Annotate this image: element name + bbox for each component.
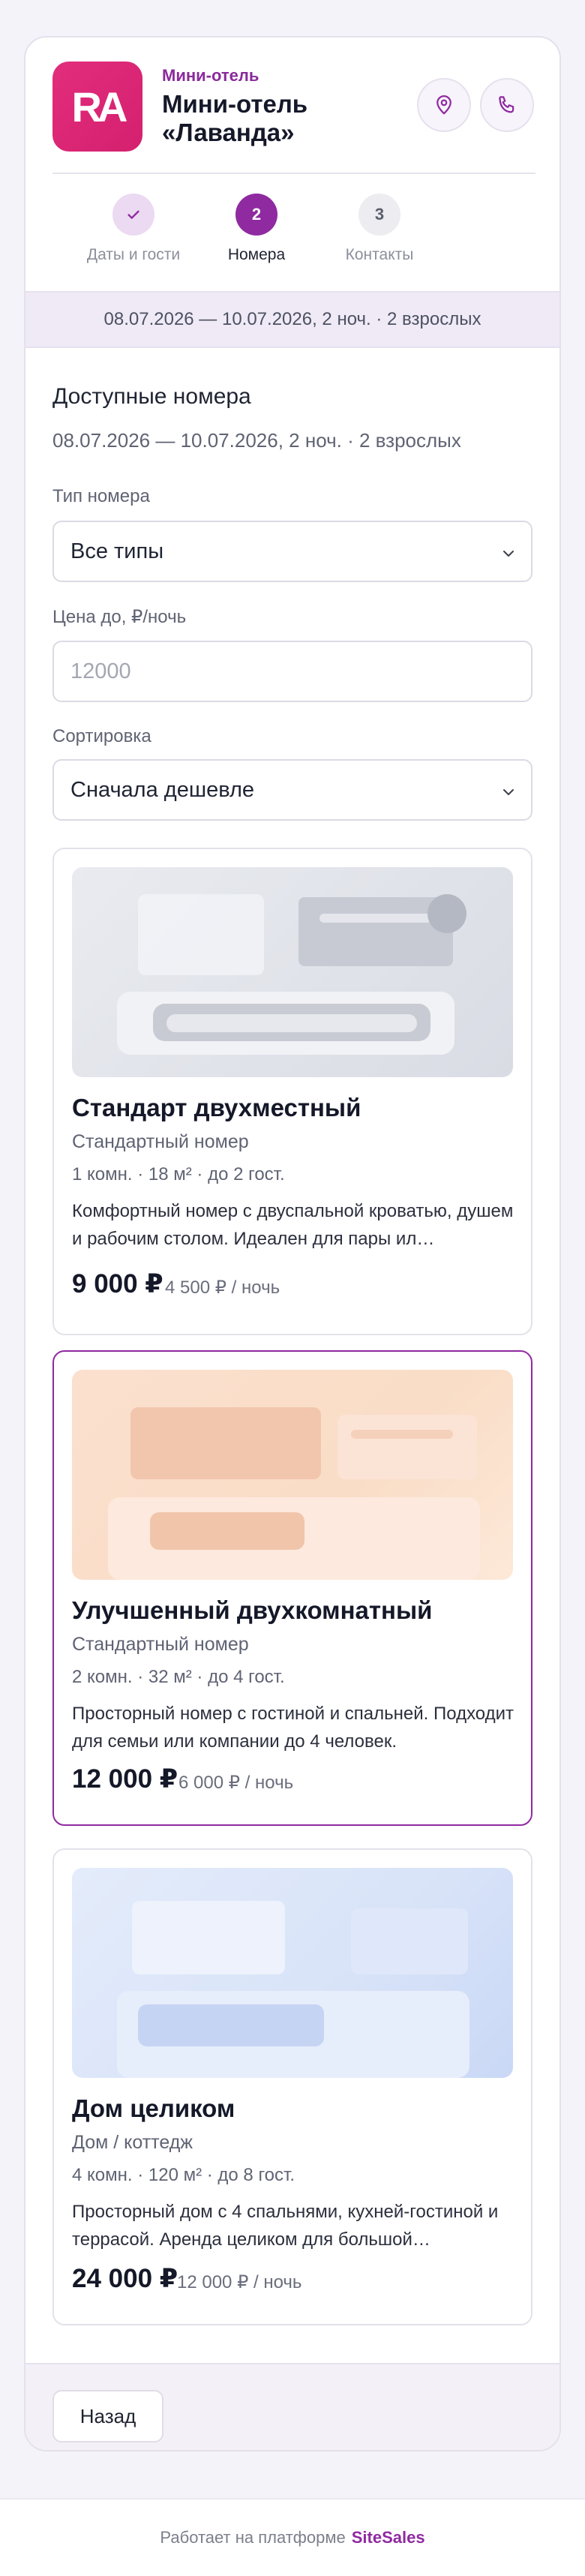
max-price-input[interactable]: 12000 <box>52 641 532 702</box>
logo-text: RA <box>71 83 128 131</box>
max-price-placeholder: 12000 <box>70 659 131 683</box>
room-description: Просторный дом с 4 спальнями, кухней-гос… <box>72 2202 499 2250</box>
booking-summary-bar: 08.07.2026 — 10.07.2026, 2 ноч. · 2 взро… <box>26 291 560 348</box>
bottom-action-bar: Назад <box>26 2363 560 2450</box>
step-label: Номера <box>227 246 286 263</box>
room-photo-illustration <box>108 1407 480 1580</box>
step-label: Контакты <box>345 246 414 263</box>
back-button[interactable]: Назад <box>52 2390 164 2442</box>
room-total-price: 9 000 ₽ <box>72 1269 164 1299</box>
room-price-per-night: 12 000 ₽ / ночь <box>177 2272 302 2292</box>
room-type-label: Тип номера <box>52 486 150 506</box>
room-specs: 1 комн. · 18 м² · до 2 гост. <box>72 1164 285 1184</box>
hotel-logo: RA <box>52 62 142 152</box>
platform-brand-link[interactable]: SiteSales <box>352 2528 425 2547</box>
room-photo-illustration <box>117 894 466 1055</box>
room-specs: 4 комн. · 120 м² · до 8 гост. <box>72 2165 296 2185</box>
sort-value: Сначала дешевле <box>70 777 255 802</box>
room-card[interactable]: Дом целиком Дом / коттедж 4 комн. · 120 … <box>52 1848 532 2325</box>
step-contacts[interactable]: 3 Контакты <box>312 194 447 264</box>
step-dates-guests[interactable]: Даты и гости <box>66 194 201 264</box>
header: RA Мини-отель Мини-отель «Лаванда» <box>52 62 536 174</box>
room-type: Стандартный номер <box>72 1634 249 1655</box>
sort-label: Сортировка <box>52 726 152 746</box>
room-total-price: 12 000 ₽ <box>72 1764 178 1794</box>
sort-select[interactable]: Сначала дешевле <box>52 759 532 821</box>
map-pin-icon <box>436 95 452 115</box>
room-name: Дом целиком <box>72 2094 236 2122</box>
step-number: 2 <box>236 194 278 236</box>
room-price-per-night: 6 000 ₽ / ночь <box>178 1773 294 1793</box>
room-photo <box>72 1868 513 2078</box>
room-type-select[interactable]: Все типы <box>52 521 532 582</box>
room-name: Улучшенный двухкомнатный <box>72 1596 433 1624</box>
summary-text: 08.07.2026 — 10.07.2026, 2 ноч. · 2 взро… <box>104 309 482 329</box>
room-type-value: Все типы <box>70 539 164 563</box>
hotel-category: Мини-отель <box>162 66 260 85</box>
booking-widget: RA Мини-отель Мини-отель «Лаванда» Даты … <box>24 36 561 2451</box>
header-divider <box>52 173 536 174</box>
room-photo <box>72 1370 513 1580</box>
room-card-selected[interactable]: Улучшенный двухкомнатный Стандартный ном… <box>52 1350 532 1826</box>
room-type: Стандартный номер <box>72 1131 249 1152</box>
step-label: Даты и гости <box>86 246 181 263</box>
step-rooms[interactable]: 2 Номера <box>189 194 324 264</box>
hotel-name: Мини-отель «Лаванда» <box>162 90 308 146</box>
room-name: Стандарт двухместный <box>72 1094 362 1121</box>
section-title: Доступные номера <box>52 384 251 409</box>
room-type: Дом / коттедж <box>72 2132 193 2153</box>
phone-icon <box>499 96 514 113</box>
room-card[interactable]: Стандарт двухместный Стандартный номер 1… <box>52 848 532 1335</box>
location-button[interactable] <box>417 78 471 132</box>
room-specs: 2 комн. · 32 м² · до 4 гост. <box>72 1667 285 1687</box>
room-photo <box>72 867 513 1077</box>
step-number: 3 <box>358 194 400 236</box>
phone-button[interactable] <box>480 78 534 132</box>
room-total-price: 24 000 ₽ <box>72 2264 178 2293</box>
room-description: Комфортный номер с двуспальной кроватью,… <box>72 1201 514 1249</box>
room-price-per-night: 4 500 ₽ / ночь <box>165 1277 280 1298</box>
section-subtitle: 08.07.2026 — 10.07.2026, 2 ноч. · 2 взро… <box>52 429 461 452</box>
chevron-down-icon <box>503 551 514 557</box>
powered-by-footer: Работает на платформе SiteSales <box>0 2498 585 2576</box>
max-price-label: Цена до, ₽/ночь <box>52 607 187 627</box>
powered-by-text: Работает на платформе <box>160 2528 346 2547</box>
step-check-icon <box>112 194 154 236</box>
chevron-down-icon <box>503 789 514 795</box>
room-description: Просторный номер с гостиной и спальней. … <box>72 1704 514 1752</box>
room-photo-illustration <box>117 1901 470 2078</box>
